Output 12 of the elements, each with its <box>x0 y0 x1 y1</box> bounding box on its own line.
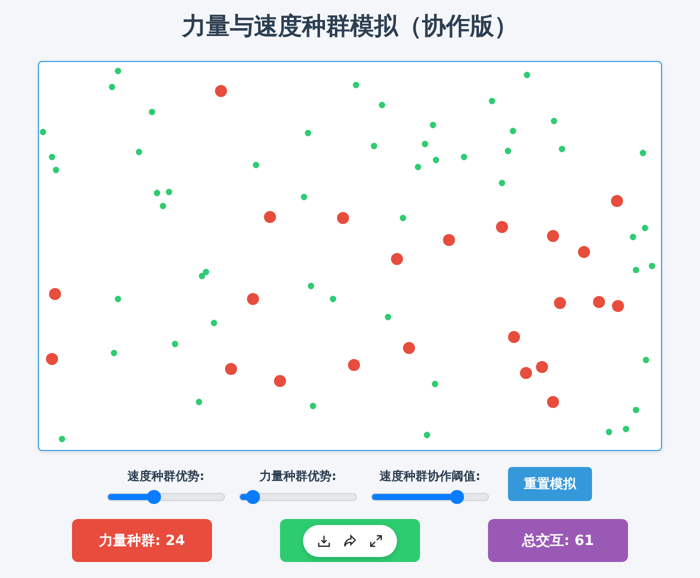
reset-button[interactable]: 重置模拟 <box>508 467 592 501</box>
slider-label: 速度种群优势: <box>128 468 204 484</box>
stat-card: 总交互: 61 <box>488 519 628 562</box>
page-title: 力量与速度种群模拟（协作版） <box>182 11 518 42</box>
stat-card: 力量种群: 24 <box>72 519 212 562</box>
slider-label: 力量种群优势: <box>260 468 336 484</box>
slider-label: 速度种群协作阈值: <box>380 468 480 484</box>
share-icon[interactable] <box>343 534 357 548</box>
slider[interactable] <box>107 492 225 500</box>
expand-icon[interactable] <box>369 534 383 548</box>
slider[interactable] <box>371 492 489 500</box>
download-icon[interactable] <box>317 534 331 548</box>
